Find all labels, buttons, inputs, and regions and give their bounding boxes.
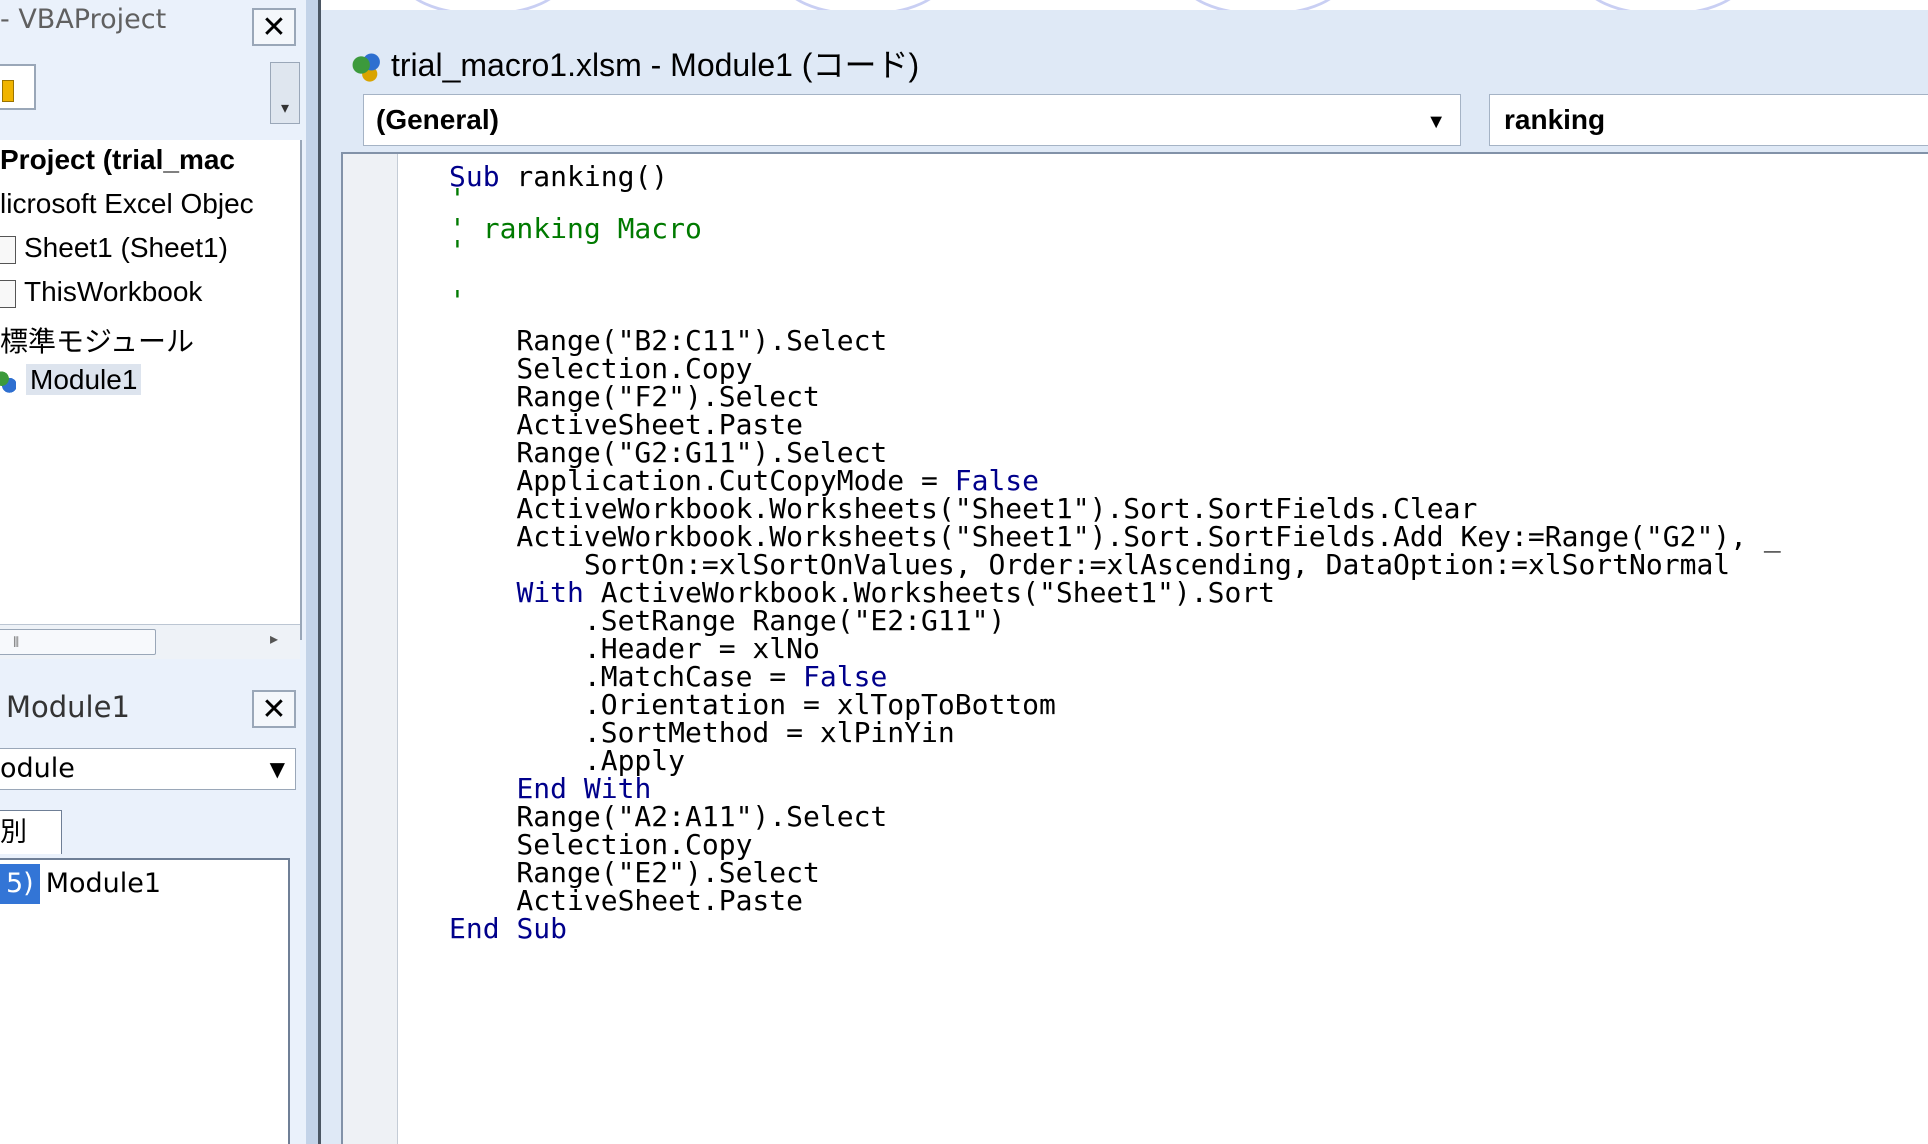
scroll-right-icon[interactable]: ▸ <box>270 629 278 648</box>
code-line[interactable]: ' ranking Macro <box>449 214 702 244</box>
tree-item-label: Sheet1 (Sheet1) <box>24 232 228 263</box>
code-editor[interactable]: Sub ranking() ' ' ranking Macro ' ' Range("B… <box>341 152 1928 1144</box>
tab-label: 別 <box>0 817 27 848</box>
tree-item-label: ThisWorkbook <box>24 276 203 307</box>
code-line[interactable]: Sub ranking() <box>449 162 668 192</box>
property-value[interactable]: Module1 <box>40 864 161 904</box>
code-window: trial_macro1.xlsm - Module1 (コード) (Gener… <box>321 10 1928 1144</box>
procedure-select-value: ranking <box>1504 104 1606 135</box>
tab-categorized[interactable]: 別 <box>0 810 62 854</box>
close-icon: ✕ <box>261 10 287 45</box>
object-select-value: (General) <box>376 104 499 135</box>
tree-item-label: Module1 <box>26 364 142 395</box>
object-select[interactable]: (General) ▼ <box>363 94 1461 146</box>
chevron-down-icon: ▼ <box>1426 111 1446 133</box>
module-icon <box>0 370 16 393</box>
tree-item-excel-objects[interactable]: licrosoft Excel Objec <box>0 188 254 220</box>
toggle-folders-icon[interactable] <box>2 80 14 102</box>
properties-object-value: odule <box>0 753 75 784</box>
close-icon: ✕ <box>261 692 287 727</box>
procedure-select[interactable]: ranking <box>1489 94 1928 146</box>
tree-item-project[interactable]: Project (trial_mac <box>0 144 235 176</box>
tree-item-label: 標準モジュール <box>0 326 195 357</box>
chevron-down-icon: ▾ <box>280 98 290 117</box>
tree-item-label: Project (trial_mac <box>0 144 235 175</box>
tree-horizontal-scrollbar[interactable]: ⦀ ▸ <box>0 624 300 659</box>
property-row-name[interactable]: 5) Module1 <box>0 864 161 904</box>
tree-item-standard-modules[interactable]: 標準モジュール <box>0 320 194 360</box>
project-explorer-close-button[interactable]: ✕ <box>252 8 296 46</box>
chevron-down-icon: ▼ <box>269 757 285 781</box>
project-tree: Project (trial_mac licrosoft Excel Objec… <box>0 140 302 640</box>
code-line[interactable]: ' <box>449 184 466 214</box>
project-toolbar <box>0 64 36 110</box>
project-explorer-pane: - VBAProject ✕ ▾ Project (trial_mac licr… <box>0 0 306 1144</box>
tree-item-thisworkbook[interactable]: ThisWorkbook <box>0 276 202 308</box>
code-text-area[interactable]: Sub ranking() ' ' ranking Macro ' ' Range("B… <box>449 154 1909 1144</box>
code-line[interactable]: ' <box>449 236 466 266</box>
decoration-arc <box>400 0 566 10</box>
tree-item-module1[interactable]: Module1 <box>0 364 142 396</box>
properties-close-button[interactable]: ✕ <box>252 690 296 728</box>
tree-item-sheet1[interactable]: Sheet1 (Sheet1) <box>0 232 228 264</box>
tree-item-label: licrosoft Excel Objec <box>0 188 254 219</box>
properties-object-select[interactable]: odule ▼ <box>0 748 296 790</box>
sheet-icon <box>0 235 16 264</box>
properties-title: Module1 <box>6 690 130 724</box>
background-decoration <box>320 0 1928 10</box>
margin-indicator-bar[interactable] <box>343 154 398 1144</box>
workbook-icon <box>0 279 16 308</box>
properties-grid: 5) Module1 <box>0 858 290 1144</box>
property-key: 5) <box>0 864 40 904</box>
code-window-title-text: trial_macro1.xlsm - Module1 (コード) <box>391 47 920 83</box>
decoration-arc <box>780 0 946 10</box>
toolbar-scroll-button[interactable]: ▾ <box>270 62 300 124</box>
project-explorer-title: - VBAProject <box>0 4 167 35</box>
code-line[interactable]: End Sub <box>449 914 567 944</box>
code-window-title: trial_macro1.xlsm - Module1 (コード) <box>351 40 919 86</box>
module-icon <box>351 52 385 83</box>
scrollbar-thumb[interactable]: ⦀ <box>0 629 156 655</box>
decoration-arc <box>1180 0 1346 10</box>
decoration-arc <box>1580 0 1746 10</box>
code-line[interactable]: ' <box>449 286 466 316</box>
